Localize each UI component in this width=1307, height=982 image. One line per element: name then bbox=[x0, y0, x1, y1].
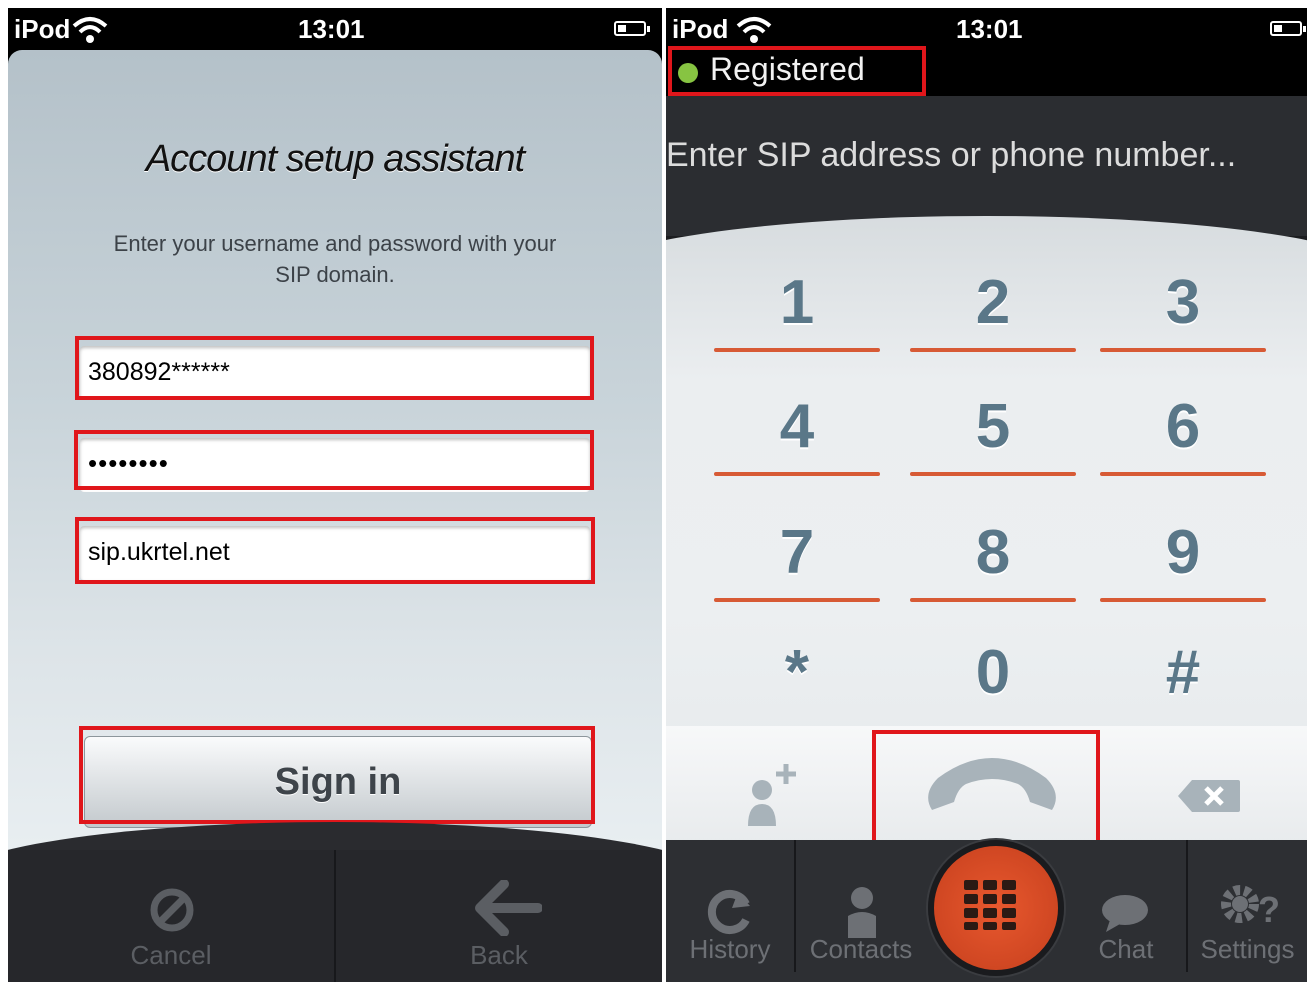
username-highlight bbox=[75, 336, 594, 400]
history-icon bbox=[707, 890, 750, 934]
key-0-label: 0 bbox=[975, 638, 1011, 707]
key-underline bbox=[910, 472, 1076, 476]
key-0[interactable]: 0 bbox=[910, 618, 1076, 728]
page-title: Account setup assistant bbox=[145, 138, 525, 180]
key-4[interactable]: 4 bbox=[714, 372, 880, 482]
key-3[interactable]: 3 bbox=[1100, 248, 1266, 358]
key-underline bbox=[1100, 472, 1266, 476]
cancel-label: Cancel bbox=[130, 940, 212, 970]
key-underline bbox=[714, 598, 880, 602]
key-star-label: * bbox=[784, 638, 810, 707]
key-6[interactable]: 6 bbox=[1100, 372, 1266, 482]
setup-panel: Account setup assistant Enter your usern… bbox=[8, 50, 662, 850]
key-5-label: 5 bbox=[975, 392, 1011, 461]
key-hash[interactable]: # bbox=[1100, 618, 1266, 728]
dialpad-tab[interactable] bbox=[928, 840, 1064, 976]
domain-highlight bbox=[75, 517, 595, 584]
status-bar: iPod 13:01 bbox=[666, 8, 1307, 50]
cancel-tab[interactable]: Cancel bbox=[8, 850, 334, 982]
key-6-label: 6 bbox=[1165, 392, 1201, 461]
setup-screen: iPod 13:01 Account setup assistant Enter… bbox=[8, 8, 662, 982]
key-1[interactable]: 1 bbox=[714, 248, 880, 358]
key-4-label: 4 bbox=[779, 392, 815, 461]
wifi-icon bbox=[72, 16, 108, 51]
key-underline bbox=[910, 598, 1076, 602]
key-underline bbox=[1100, 348, 1266, 352]
key-3-label: 3 bbox=[1165, 268, 1201, 337]
key-9[interactable]: 9 bbox=[1100, 498, 1266, 608]
address-area[interactable]: Enter SIP address or phone number... bbox=[666, 96, 1307, 236]
history-label: History bbox=[689, 934, 771, 964]
registration-highlight bbox=[668, 46, 926, 96]
key-8[interactable]: 8 bbox=[910, 498, 1076, 608]
key-7[interactable]: 7 bbox=[714, 498, 880, 608]
password-highlight bbox=[74, 430, 594, 490]
setup-description: Enter your username and password with yo… bbox=[113, 231, 557, 287]
settings-label: Settings bbox=[1200, 934, 1295, 964]
carrier-label: iPod bbox=[672, 14, 729, 44]
key-9-label: 9 bbox=[1165, 518, 1201, 587]
battery-icon bbox=[614, 21, 650, 36]
sign-in-highlight bbox=[79, 726, 595, 824]
backspace-icon[interactable] bbox=[1176, 778, 1242, 814]
history-tab[interactable]: History bbox=[666, 840, 794, 982]
svg-text:?: ? bbox=[1258, 889, 1280, 930]
key-2-label: 2 bbox=[975, 268, 1011, 337]
address-input[interactable]: Enter SIP address or phone number... bbox=[666, 136, 1236, 175]
chat-label: Chat bbox=[1098, 934, 1154, 964]
back-label: Back bbox=[470, 940, 528, 970]
key-star[interactable]: * bbox=[714, 618, 880, 728]
tab-bar: Cancel Back bbox=[8, 850, 662, 982]
key-hash-label: # bbox=[1165, 638, 1201, 707]
carrier-label: iPod bbox=[14, 14, 71, 44]
key-underline bbox=[1100, 598, 1266, 602]
chat-tab[interactable]: Chat bbox=[1066, 840, 1186, 982]
cancel-icon bbox=[150, 888, 194, 932]
key-5[interactable]: 5 bbox=[910, 372, 1076, 482]
clock: 13:01 bbox=[956, 14, 1023, 44]
contacts-icon bbox=[848, 887, 876, 938]
key-underline bbox=[714, 472, 880, 476]
back-tab[interactable]: Back bbox=[336, 850, 662, 982]
key-underline bbox=[910, 348, 1076, 352]
contacts-tab[interactable]: Contacts bbox=[796, 840, 926, 982]
key-underline bbox=[714, 348, 880, 352]
dialer-screen: iPod 13:01 Registered Enter SIP address … bbox=[666, 8, 1307, 982]
key-1-label: 1 bbox=[779, 268, 815, 337]
key-7-label: 7 bbox=[779, 518, 815, 587]
chat-icon bbox=[1102, 895, 1148, 932]
key-8-label: 8 bbox=[975, 518, 1011, 587]
settings-icon: ? bbox=[1221, 885, 1280, 930]
key-2[interactable]: 2 bbox=[910, 248, 1076, 358]
battery-icon bbox=[1270, 21, 1306, 36]
contacts-label: Contacts bbox=[809, 934, 913, 964]
call-highlight bbox=[872, 730, 1100, 850]
settings-tab[interactable]: ? Settings bbox=[1188, 840, 1307, 982]
dialpad-icon bbox=[964, 880, 1016, 930]
add-contact-icon[interactable] bbox=[746, 758, 806, 830]
clock: 13:01 bbox=[298, 14, 365, 44]
status-bar: iPod 13:01 bbox=[8, 8, 662, 50]
tab-bar: History Contacts Chat ? Settings bbox=[666, 840, 1307, 982]
back-arrow-icon bbox=[475, 880, 542, 936]
